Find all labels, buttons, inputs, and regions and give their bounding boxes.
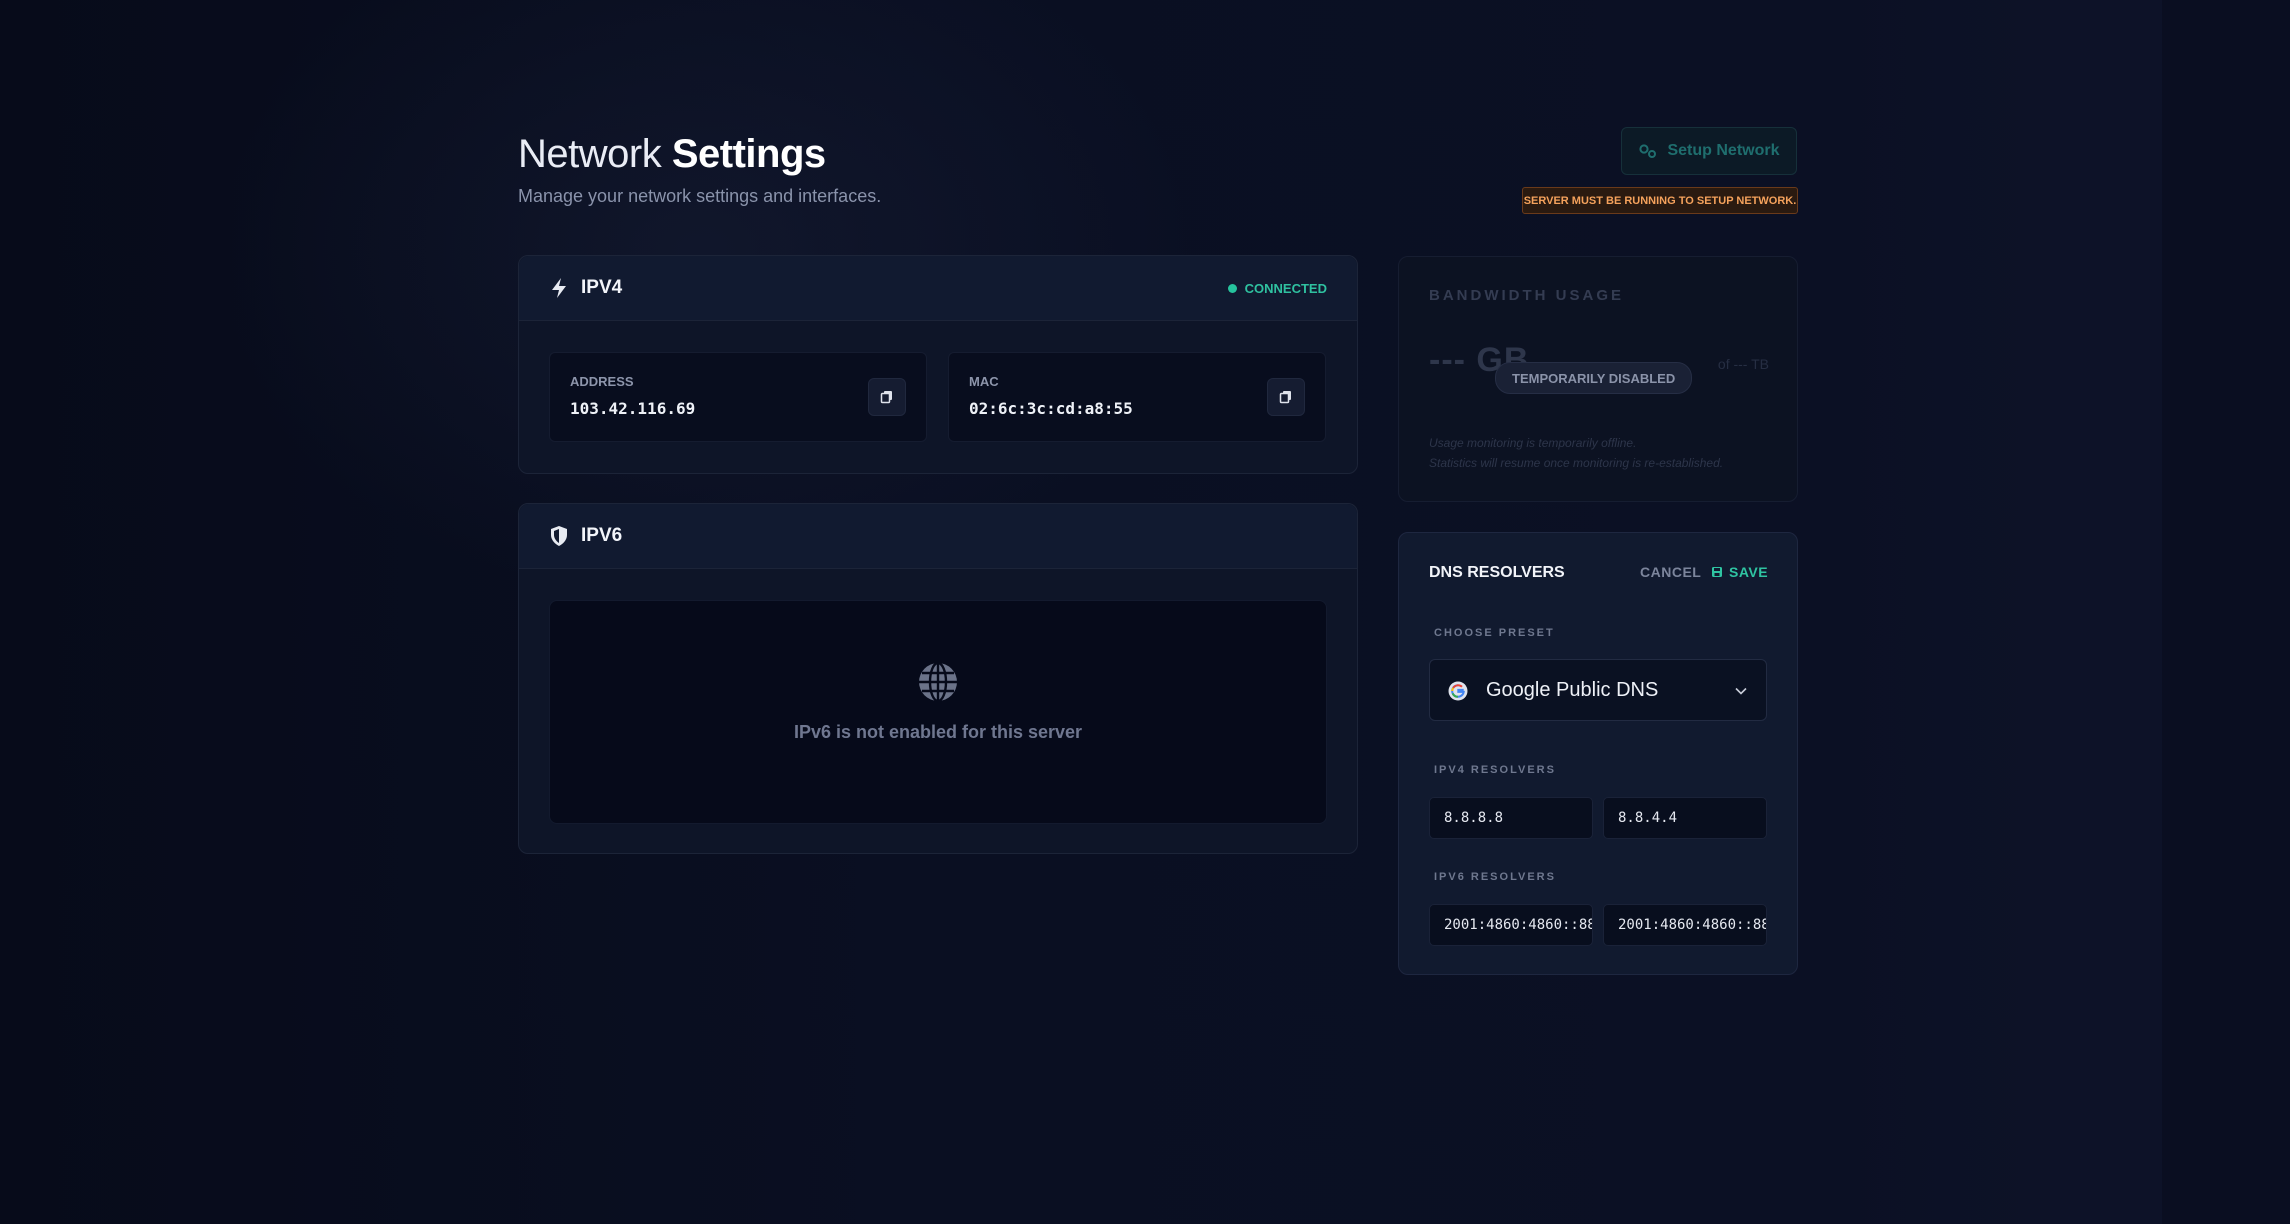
temporarily-disabled-badge: TEMPORARILY DISABLED bbox=[1495, 362, 1693, 394]
ipv4-resolvers-label: IPV4 RESOLVERS bbox=[1434, 764, 1556, 776]
mac-value: 02:6c:3c:cd:a8:55 bbox=[969, 399, 1133, 418]
bolt-icon bbox=[549, 277, 569, 299]
copy-mac-button[interactable] bbox=[1267, 378, 1305, 416]
ipv4-card-header: IPV4 CONNECTED bbox=[519, 256, 1357, 321]
ipv6-disabled-message: IPv6 is not enabled for this server bbox=[793, 722, 1083, 742]
ipv4-card: IPV4 CONNECTED ADDRESS 103.42.116.69 MAC… bbox=[518, 255, 1358, 474]
address-value: 103.42.116.69 bbox=[570, 399, 696, 418]
ipv4-secondary-resolver-input[interactable]: 8.8.4.4 bbox=[1603, 797, 1767, 839]
mac-field: MAC 02:6c:3c:cd:a8:55 bbox=[948, 352, 1326, 442]
gears-icon bbox=[1638, 143, 1658, 159]
choose-preset-label: CHOOSE PRESET bbox=[1434, 627, 1555, 639]
network-settings-page: Network Settings Manage your network set… bbox=[0, 0, 2290, 1224]
shield-icon bbox=[549, 525, 569, 547]
copy-icon bbox=[1279, 390, 1293, 404]
dns-preset-select[interactable]: Google Public DNS bbox=[1429, 659, 1767, 721]
page-title-bold: Settings bbox=[671, 132, 826, 176]
google-icon bbox=[1448, 681, 1468, 701]
ipv6-resolvers-label: IPV6 RESOLVERS bbox=[1434, 871, 1556, 883]
server-warning-badge: SERVER MUST BE RUNNING TO SETUP NETWORK. bbox=[1522, 187, 1798, 214]
status-dot bbox=[1227, 283, 1237, 293]
chevron-down-icon bbox=[1734, 684, 1748, 698]
bandwidth-note-line-1: Usage monitoring is temporarily offline. bbox=[1429, 436, 1637, 450]
bandwidth-note: Usage monitoring is temporarily offline.… bbox=[1429, 433, 1723, 473]
dns-save-button[interactable]: SAVE bbox=[1711, 564, 1768, 580]
bandwidth-title: BANDWIDTH USAGE bbox=[1429, 287, 1624, 304]
dns-resolvers-card: DNS RESOLVERS CANCEL SAVE CHOOSE PRESET … bbox=[1398, 532, 1798, 975]
ipv6-secondary-resolver-input[interactable]: 2001:4860:4860::8844 bbox=[1603, 904, 1767, 946]
setup-network-button[interactable]: Setup Network bbox=[1621, 127, 1797, 175]
dns-cancel-button[interactable]: CANCEL bbox=[1640, 564, 1701, 580]
dns-title: DNS RESOLVERS bbox=[1429, 564, 1565, 581]
page-title: Network Settings bbox=[518, 132, 826, 177]
bandwidth-note-line-2: Statistics will resume once monitoring i… bbox=[1429, 456, 1724, 470]
bandwidth-usage-number: --- bbox=[1429, 341, 1466, 379]
ipv4-title: IPV4 bbox=[581, 277, 623, 298]
ipv6-card: IPV6 IPv6 is not enabled for this server bbox=[518, 503, 1358, 854]
background-band bbox=[2050, 0, 2162, 1224]
ipv4-primary-resolver-input[interactable]: 8.8.8.8 bbox=[1429, 797, 1593, 839]
save-icon bbox=[1711, 566, 1723, 578]
address-label: ADDRESS bbox=[570, 374, 634, 389]
status-label: CONNECTED bbox=[1244, 280, 1327, 296]
dns-save-label: SAVE bbox=[1729, 564, 1769, 580]
page-subtitle: Manage your network settings and interfa… bbox=[518, 186, 882, 206]
ipv6-title: IPV6 bbox=[581, 525, 623, 546]
ipv6-primary-resolver-input[interactable]: 2001:4860:4860::8888 bbox=[1429, 904, 1593, 946]
copy-icon bbox=[880, 390, 894, 404]
bandwidth-quota: of --- TB bbox=[1717, 356, 1769, 372]
setup-network-label: Setup Network bbox=[1667, 142, 1780, 159]
mac-label: MAC bbox=[969, 374, 999, 389]
dns-preset-value: Google Public DNS bbox=[1486, 679, 1659, 701]
ipv6-empty-state: IPv6 is not enabled for this server bbox=[549, 600, 1327, 824]
address-field: ADDRESS 103.42.116.69 bbox=[549, 352, 927, 442]
page-title-light: Network bbox=[518, 132, 662, 176]
connection-status: CONNECTED bbox=[1227, 256, 1327, 320]
background-edge bbox=[2162, 0, 2290, 1224]
globe-icon bbox=[917, 661, 959, 703]
ipv6-card-header: IPV6 bbox=[519, 504, 1357, 569]
bandwidth-card: BANDWIDTH USAGE --- GB of --- TB TEMPORA… bbox=[1398, 256, 1798, 502]
copy-address-button[interactable] bbox=[868, 378, 906, 416]
